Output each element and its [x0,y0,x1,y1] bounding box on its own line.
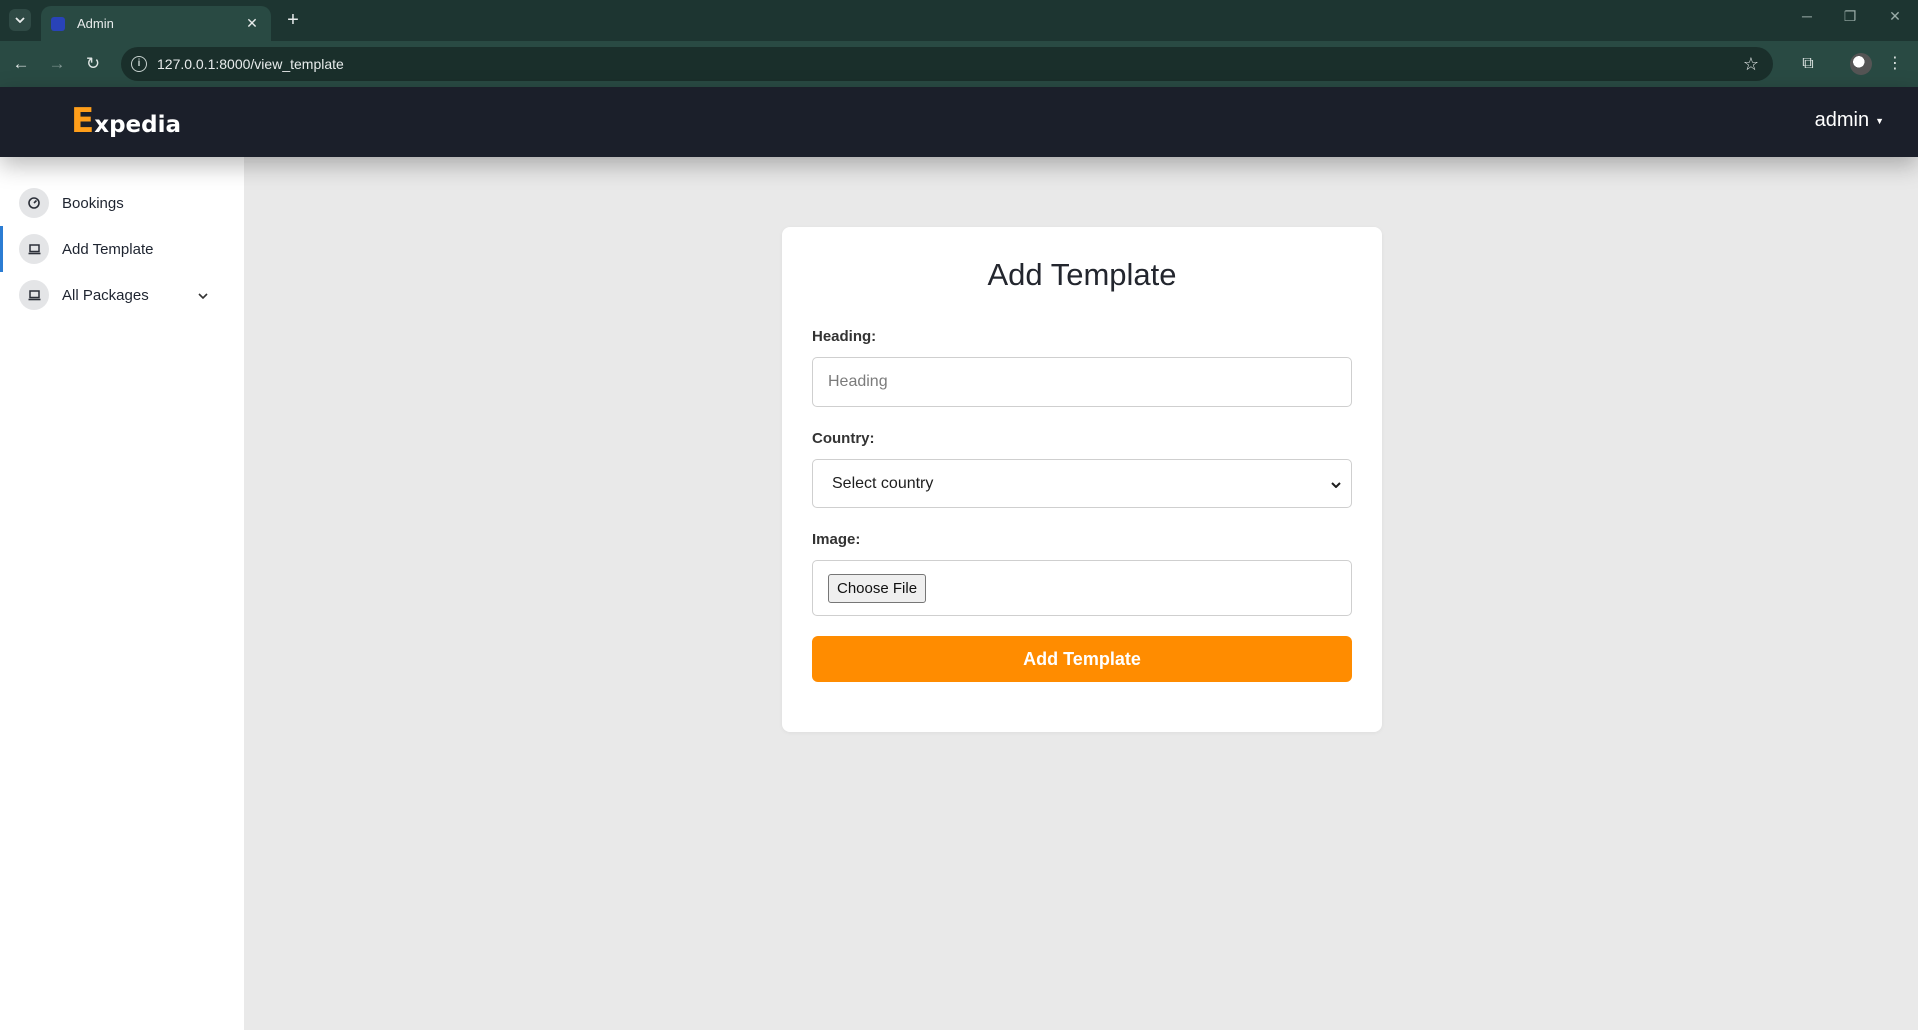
browser-toolbar: ← → ↻ i 127.0.0.1:8000/view_template ☆ ⧉… [0,41,1918,87]
profile-avatar[interactable] [1850,53,1872,75]
url-text[interactable]: 127.0.0.1:8000/view_template [157,56,1743,72]
extensions-puzzle-icon[interactable]: ⧉ [1797,53,1819,75]
browser-tabstrip: Admin ✕ + ─ ❐ ✕ [0,0,1918,41]
expedia-logo[interactable]: Expedia [71,101,181,141]
image-label: Image: [812,531,861,548]
back-arrow-icon[interactable]: ← [10,53,32,75]
tab-title: Admin [77,16,114,31]
browser-tab[interactable]: Admin ✕ [41,6,271,41]
address-bar[interactable]: i 127.0.0.1:8000/view_template ☆ [121,47,1773,81]
site-info-icon[interactable]: i [131,56,147,72]
laptop-icon [19,234,49,264]
laptop-icon [19,280,49,310]
sidebar-item-all-packages[interactable]: All Packages [0,275,244,315]
app-header: Expedia admin ▼ [0,87,1918,157]
sidebar-item-label: All Packages [62,286,149,304]
tab-close-icon[interactable]: ✕ [243,15,261,32]
add-template-card: Add Template Heading: Country: Select co… [782,227,1382,732]
sidebar-item-label: Add Template [62,240,154,258]
heading-input[interactable] [812,357,1352,407]
country-label: Country: [812,430,875,447]
user-menu[interactable]: admin ▼ [1815,109,1884,132]
minimize-icon[interactable]: ─ [1792,8,1822,24]
image-file-input[interactable]: Choose File [812,560,1352,616]
add-template-button[interactable]: Add Template [812,636,1352,682]
new-tab-plus-icon[interactable]: + [282,9,304,31]
chevron-down-icon[interactable] [198,288,208,302]
tab-search-button[interactable] [9,9,31,31]
chevron-down-icon [15,17,25,23]
form-title: Add Template [987,257,1177,292]
country-select[interactable]: Select country [812,459,1352,508]
dashboard-icon [19,188,49,218]
sidebar-item-bookings[interactable]: Bookings [0,183,244,223]
choose-file-button[interactable]: Choose File [828,574,927,603]
chevron-down-icon [1331,477,1341,491]
restore-icon[interactable]: ❐ [1835,8,1865,25]
caret-down-icon: ▼ [1875,115,1884,126]
country-selected-value: Select country [832,474,934,492]
logo-rest: xpedia [94,112,182,138]
sidebar-item-label: Bookings [62,194,124,212]
heading-label: Heading: [812,328,877,345]
sidebar-item-add-template[interactable]: Add Template [0,226,244,272]
reload-icon[interactable]: ↻ [82,53,104,75]
favicon-icon [51,16,65,31]
logo-first-letter: E [71,101,95,141]
sidebar: Bookings Add Template All Packages [0,157,244,1030]
kebab-menu-icon[interactable]: ⋮ [1884,53,1906,75]
user-name: admin [1814,109,1870,131]
window-close-icon[interactable]: ✕ [1880,8,1910,25]
bookmark-star-icon[interactable]: ☆ [1743,54,1759,75]
forward-arrow-icon[interactable]: → [46,53,68,75]
